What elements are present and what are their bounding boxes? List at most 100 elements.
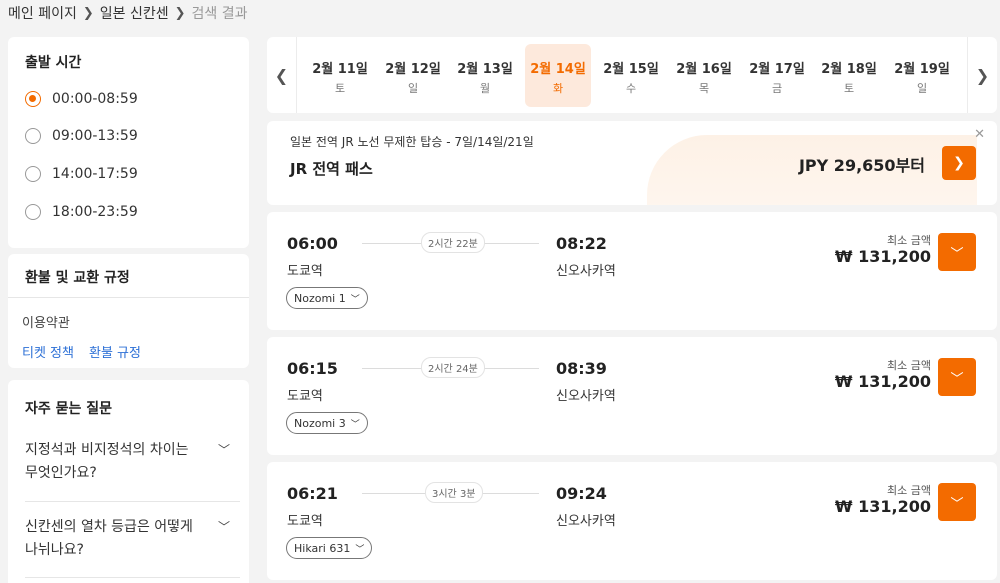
arrival-station: 신오사카역: [556, 389, 616, 404]
chevron-right-icon: ❯: [82, 5, 94, 21]
banner-title: JR 전역 패스: [290, 160, 373, 178]
faq-question: 지정석과 비지정석의 차이는 무엇인가요?: [25, 442, 189, 481]
chevron-left-icon: ❮: [274, 65, 289, 85]
expand-button[interactable]: ﹀: [938, 483, 976, 521]
chevron-down-icon: ﹀: [950, 496, 964, 512]
divider: [25, 577, 240, 578]
arrival-station: 신오사카역: [556, 514, 616, 529]
date-tab-2[interactable]: 2월 13일월: [452, 44, 518, 107]
min-price-label: 최소 금액: [887, 484, 931, 497]
chevron-down-icon[interactable]: ﹀: [218, 439, 230, 462]
min-price-label: 최소 금액: [887, 234, 931, 247]
ticket-policy-link[interactable]: 티켓 정책: [22, 342, 74, 361]
refund-policy-link[interactable]: 환불 규정: [89, 342, 141, 361]
faq-panel: 자주 묻는 질문 지정석과 비지정석의 차이는 무엇인가요? ﹀ 신칸센의 열차…: [8, 380, 249, 583]
date-tab-3[interactable]: 2월 14일화: [525, 44, 591, 107]
train-card-0[interactable]: 06:00 2시간 22분 08:22 도쿄역 신오사카역 Nozomi 1 ﹀ …: [267, 212, 997, 330]
chevron-right-icon: ❯: [953, 155, 965, 171]
date-tab-4[interactable]: 2월 15일수: [598, 44, 664, 107]
chevron-right-icon: ❯: [174, 5, 186, 21]
departure-time: 06:15: [287, 359, 338, 378]
departure-time-title: 출발 시간: [25, 55, 82, 71]
arrival-time: 08:22: [556, 234, 607, 253]
refund-policy-panel: 환불 및 교환 규정 이용약관 티켓 정책 환불 규정: [8, 254, 249, 368]
faq-question: 신칸센의 열차 등급은 어떻게 나뉘나요?: [25, 519, 193, 558]
date-label: 2월 14일: [530, 62, 586, 77]
train-card-2[interactable]: 06:21 3시간 3분 09:24 도쿄역 신오사카역 Hikari 631 ﹀…: [267, 462, 997, 580]
date-tab-0[interactable]: 2월 11일 토: [307, 44, 373, 107]
date-tab-5[interactable]: 2월 16일목: [671, 44, 737, 107]
refund-title: 환불 및 교환 규정: [25, 270, 130, 286]
chevron-down-icon: ﹀: [950, 371, 964, 387]
prev-date-button[interactable]: ❮: [267, 37, 297, 113]
faq-item-0[interactable]: 지정석과 비지정석의 차이는 무엇인가요? ﹀: [25, 439, 232, 485]
departure-station: 도쿄역: [287, 264, 323, 279]
divider: [8, 297, 249, 298]
time-option-1[interactable]: 09:00-13:59: [25, 128, 138, 144]
weekday-label: 토: [843, 82, 855, 95]
date-label: 2월 16일: [676, 62, 732, 77]
weekday-label: 수: [625, 82, 637, 95]
chevron-down-icon[interactable]: ﹀: [218, 516, 230, 539]
banner-subtitle: 일본 전역 JR 노선 무제한 탑승 - 7일/14일/21일: [290, 135, 534, 149]
jr-pass-banner[interactable]: 일본 전역 JR 노선 무제한 탑승 - 7일/14일/21일 JR 전역 패스…: [267, 121, 997, 205]
time-option-2[interactable]: 14:00-17:59: [25, 166, 138, 182]
arrival-station: 신오사카역: [556, 264, 616, 279]
duration-badge: 2시간 22분: [421, 232, 485, 253]
date-label: 2월 15일: [603, 62, 659, 77]
radio-icon[interactable]: [25, 166, 41, 182]
expand-button[interactable]: ﹀: [938, 358, 976, 396]
time-option-label: 00:00-08:59: [52, 91, 138, 107]
departure-time: 06:00: [287, 234, 338, 253]
date-label: 2월 13일: [457, 62, 513, 77]
chevron-down-icon: ﹀: [350, 294, 360, 305]
chevron-down-icon: ﹀: [950, 246, 964, 262]
train-name: Nozomi 3: [294, 416, 346, 430]
time-option-label: 14:00-17:59: [52, 166, 138, 182]
weekday-label: 화: [552, 82, 564, 95]
breadcrumb-home[interactable]: 메인 페이지: [8, 3, 77, 23]
weekday-label: 월: [479, 82, 491, 95]
min-price-label: 최소 금액: [887, 359, 931, 372]
weekday-label: 목: [698, 82, 710, 95]
chevron-right-icon: ❯: [975, 65, 990, 85]
expand-button[interactable]: ﹀: [938, 233, 976, 271]
date-tab-7[interactable]: 2월 18일토: [816, 44, 882, 107]
departure-station: 도쿄역: [287, 514, 323, 529]
train-name-dropdown[interactable]: Hikari 631 ﹀: [286, 537, 373, 559]
time-option-3[interactable]: 18:00-23:59: [25, 204, 138, 220]
date-label: 2월 12일: [385, 62, 441, 77]
date-tab-6[interactable]: 2월 17일 금: [744, 44, 810, 107]
next-date-button[interactable]: ❯: [967, 37, 997, 113]
breadcrumb-current: 검색 결과: [191, 6, 248, 22]
breadcrumb: 메인 페이지 ❯ 일본 신칸센 ❯ 검색 결과: [8, 3, 248, 23]
price: ₩ 131,200: [834, 372, 931, 391]
faq-title: 자주 묻는 질문: [25, 401, 113, 417]
departure-station: 도쿄역: [287, 389, 323, 404]
date-tab-8[interactable]: 2월 19일 일: [889, 44, 955, 107]
duration-badge: 2시간 24분: [421, 357, 485, 378]
breadcrumb-section[interactable]: 일본 신칸센: [100, 3, 169, 23]
departure-time-filter: 출발 시간 00:00-08:59 09:00-13:59 14:00-17:5…: [8, 37, 249, 248]
weekday-label: 일: [407, 82, 419, 95]
train-card-1[interactable]: 06:15 2시간 24분 08:39 도쿄역 신오사카역 Nozomi 3 ﹀ …: [267, 337, 997, 455]
time-option-0[interactable]: 00:00-08:59: [25, 91, 138, 107]
departure-time: 06:21: [287, 484, 338, 503]
date-tab-1[interactable]: 2월 12일일: [380, 44, 446, 107]
weekday-label: 금: [771, 82, 783, 95]
radio-icon[interactable]: [25, 128, 41, 144]
banner-price: JPY 29,650부터: [798, 156, 925, 175]
date-selector: ❮ 2월 11일 토 2월 12일일 2월 13일월 2월 14일화 2월 15일…: [267, 37, 997, 113]
radio-icon[interactable]: [25, 204, 41, 220]
price: ₩ 131,200: [834, 247, 931, 266]
train-name-dropdown[interactable]: Nozomi 1 ﹀: [286, 287, 368, 309]
date-label: 2월 18일: [821, 62, 877, 77]
terms-label: 이용약관: [22, 316, 70, 331]
banner-go-button[interactable]: ❯: [942, 146, 976, 180]
time-option-label: 09:00-13:59: [52, 128, 138, 144]
time-option-label: 18:00-23:59: [52, 204, 138, 220]
radio-checked-icon[interactable]: [25, 91, 41, 107]
train-name-dropdown[interactable]: Nozomi 3 ﹀: [286, 412, 368, 434]
faq-item-1[interactable]: 신칸센의 열차 등급은 어떻게 나뉘나요? ﹀: [25, 516, 232, 562]
close-icon[interactable]: ✕: [974, 127, 985, 142]
